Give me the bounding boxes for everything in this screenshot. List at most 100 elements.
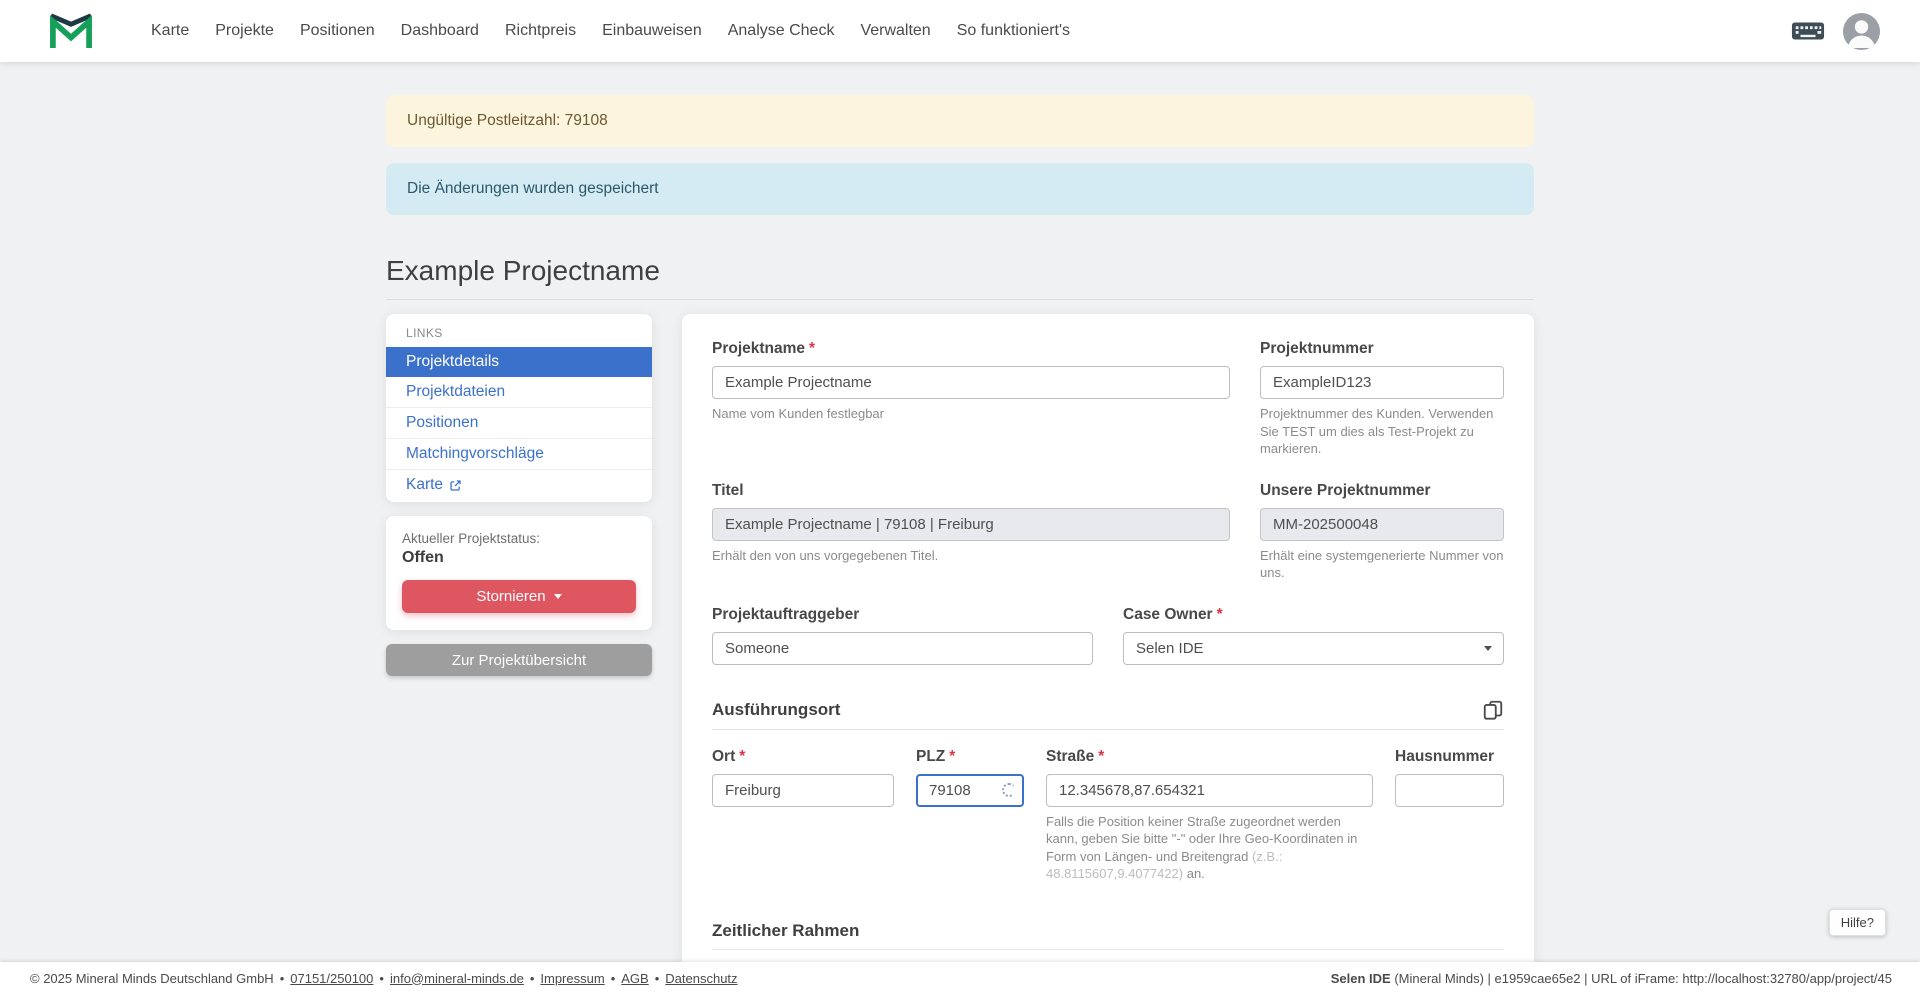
ort-input[interactable] (712, 774, 894, 807)
case-owner-field: Case Owner* (1123, 606, 1504, 665)
session-user: Selen IDE (1331, 971, 1391, 986)
status-card: Aktueller Projektstatus: Offen Storniere… (386, 516, 652, 630)
nav-item-verwalten[interactable]: Verwalten (847, 12, 943, 50)
title-divider (386, 299, 1534, 300)
plz-label: PLZ* (916, 748, 1024, 766)
sidebar-item-label: Positionen (406, 414, 478, 432)
projektnummer-field: Projektnummer Projektnummer des Kunden. … (1260, 340, 1504, 458)
stornieren-button[interactable]: Stornieren (402, 580, 636, 613)
projektauftraggeber-input[interactable] (712, 632, 1093, 665)
datenschutz-link[interactable]: Datenschutz (665, 971, 737, 986)
session-details: (Mineral Minds) | e1959cae65e2 | URL of … (1391, 971, 1892, 986)
projektname-field: Projektname* Name vom Kunden festlegbar (712, 340, 1230, 458)
chevron-down-icon (1484, 646, 1492, 651)
ort-label: Ort* (712, 748, 894, 766)
sidebar-item-label: Karte (406, 476, 443, 494)
hausnummer-label: Hausnummer (1395, 748, 1504, 766)
nav-item-positionen[interactable]: Positionen (287, 12, 388, 50)
nav-item-projekte[interactable]: Projekte (202, 12, 287, 50)
unsere-projektnummer-help: Erhält eine systemgenerierte Nummer von … (1260, 547, 1504, 582)
sidebar-item-projektdetails[interactable]: Projektdetails (386, 347, 652, 377)
separator-dot: • (280, 971, 285, 986)
sidebar-item-karte[interactable]: Karte (386, 470, 652, 500)
warning-alert-text: Ungültige Postleitzahl: 79108 (407, 112, 608, 129)
projektnummer-help: Projektnummer des Kunden. Verwenden Sie … (1260, 405, 1504, 458)
phone-link[interactable]: 07151/250100 (290, 971, 373, 986)
main-nav: Karte Projekte Positionen Dashboard Rich… (138, 12, 1083, 50)
titel-field: Titel Erhält den von uns vorgegebenen Ti… (712, 482, 1230, 582)
strasse-input[interactable] (1046, 774, 1373, 807)
hausnummer-field: Hausnummer (1395, 748, 1504, 883)
copyright-text: © 2025 Mineral Minds Deutschland GmbH (30, 971, 274, 986)
page-footer: © 2025 Mineral Minds Deutschland GmbH • … (0, 962, 1920, 994)
warning-alert: Ungültige Postleitzahl: 79108 (386, 95, 1534, 147)
nav-item-dashboard[interactable]: Dashboard (388, 12, 492, 50)
projektauftraggeber-label: Projektauftraggeber (712, 606, 1093, 624)
agb-link[interactable]: AGB (621, 971, 648, 986)
section-divider (712, 729, 1504, 730)
projektnummer-input[interactable] (1260, 366, 1504, 399)
zur-projektuebersicht-label: Zur Projektübersicht (452, 652, 586, 669)
projektauftraggeber-field: Projektauftraggeber (712, 606, 1093, 665)
nav-item-richtpreis[interactable]: Richtpreis (492, 12, 589, 50)
projektname-input[interactable] (712, 366, 1230, 399)
hausnummer-input[interactable] (1395, 774, 1504, 807)
project-status-label: Aktueller Projektstatus: (402, 531, 636, 546)
zur-projektuebersicht-button[interactable]: Zur Projektübersicht (386, 644, 652, 676)
sidebar-item-matchingvorschlaege[interactable]: Matchingvorschläge (386, 439, 652, 470)
separator-dot: • (379, 971, 384, 986)
copy-icon[interactable] (1482, 699, 1504, 721)
case-owner-select[interactable] (1123, 632, 1504, 665)
user-avatar[interactable] (1843, 13, 1880, 50)
required-asterisk: * (1098, 748, 1104, 765)
sidebar-item-label: Projektdateien (406, 383, 505, 401)
section-zeitlicher-rahmen-title: Zeitlicher Rahmen (712, 921, 859, 941)
nav-item-analyse-check[interactable]: Analyse Check (715, 12, 848, 50)
unsere-projektnummer-label: Unsere Projektnummer (1260, 482, 1504, 500)
sidebar-item-projektdateien[interactable]: Projektdateien (386, 377, 652, 408)
required-asterisk: * (1217, 606, 1223, 623)
required-asterisk: * (739, 748, 745, 765)
nav-item-karte[interactable]: Karte (138, 12, 202, 50)
projektname-label: Projektname* (712, 340, 1230, 358)
stornieren-button-label: Stornieren (476, 588, 545, 605)
unsere-projektnummer-input (1260, 508, 1504, 541)
separator-dot: • (611, 971, 616, 986)
required-asterisk: * (949, 748, 955, 765)
email-link[interactable]: info@mineral-minds.de (390, 971, 524, 986)
brand-logo[interactable] (48, 9, 94, 54)
case-owner-select-value[interactable] (1123, 632, 1504, 665)
required-asterisk: * (809, 340, 815, 357)
caret-down-icon (554, 594, 562, 599)
info-alert: Die Änderungen wurden gespeichert (386, 163, 1534, 215)
project-sidebar: LINKS Projektdetails Projektdateien Posi… (386, 314, 652, 676)
project-status-value: Offen (402, 549, 636, 567)
nav-item-so-funktionierts[interactable]: So funktioniert's (944, 12, 1083, 50)
project-details-form: Projektname* Name vom Kunden festlegbar … (682, 314, 1534, 994)
section-ausfuehrungsort-title: Ausführungsort (712, 700, 840, 720)
separator-dot: • (530, 971, 535, 986)
mineral-minds-logo-icon (48, 9, 94, 54)
plz-field: PLZ* (916, 748, 1024, 883)
strasse-field: Straße* Falls die Position keiner Straße… (1046, 748, 1373, 883)
info-alert-text: Die Änderungen wurden gespeichert (407, 180, 659, 197)
projektnummer-label: Projektnummer (1260, 340, 1504, 358)
links-card: LINKS Projektdetails Projektdateien Posi… (386, 314, 652, 502)
sidebar-item-positionen[interactable]: Positionen (386, 408, 652, 439)
page-title: Example Projectname (386, 255, 1534, 287)
ort-field: Ort* (712, 748, 894, 883)
help-button[interactable]: Hilfe? (1829, 909, 1886, 936)
projektname-help: Name vom Kunden festlegbar (712, 405, 1230, 423)
section-divider (712, 949, 1504, 950)
keyboard-icon[interactable] (1791, 19, 1825, 43)
strasse-help: Falls die Position keiner Straße zugeord… (1046, 813, 1373, 883)
strasse-label: Straße* (1046, 748, 1373, 766)
top-navbar: Karte Projekte Positionen Dashboard Rich… (0, 0, 1920, 62)
sidebar-item-label: Matchingvorschläge (406, 445, 544, 463)
titel-input (712, 508, 1230, 541)
impressum-link[interactable]: Impressum (540, 971, 604, 986)
sidebar-item-label: Projektdetails (406, 353, 499, 371)
unsere-projektnummer-field: Unsere Projektnummer Erhält eine systemg… (1260, 482, 1504, 582)
case-owner-label: Case Owner* (1123, 606, 1504, 624)
nav-item-einbauweisen[interactable]: Einbauweisen (589, 12, 715, 50)
